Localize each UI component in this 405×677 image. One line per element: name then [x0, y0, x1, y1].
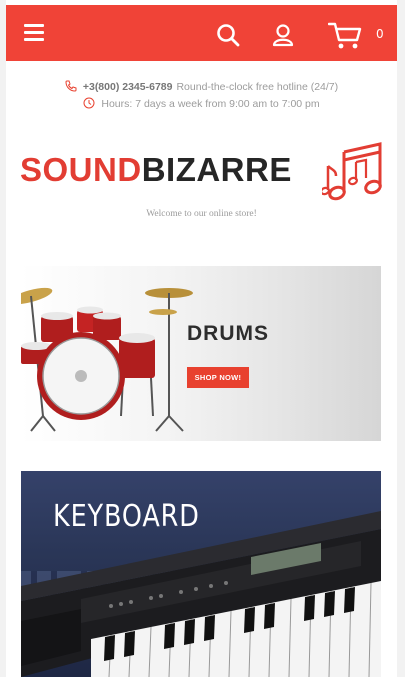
drums-title: DRUMS [187, 322, 269, 345]
phone-icon [65, 80, 77, 92]
keyboard-banner[interactable]: KEYBOARD [21, 471, 381, 677]
user-icon[interactable] [272, 23, 294, 47]
page: 0 +3(800) 2345-6789 Round-the-clock free … [6, 0, 397, 677]
search-icon[interactable] [216, 23, 240, 47]
hotline-line: +3(800) 2345-6789 Round-the-clock free ho… [6, 80, 397, 93]
site-logo[interactable]: SOUNDBIZARRE [20, 140, 382, 204]
music-notes-icon [322, 142, 382, 201]
top-bar: 0 [6, 5, 397, 61]
drums-banner[interactable]: DRUMS SHOP NOW! [21, 266, 381, 441]
hotline-note: Round-the-clock free hotline (24/7) [176, 81, 339, 93]
clock-icon [83, 97, 95, 109]
logo-text: SOUNDBIZARRE [20, 151, 292, 188]
drum-kit-image [21, 287, 193, 432]
cart-count: 0 [376, 27, 384, 41]
shop-now-button[interactable]: SHOP NOW! [187, 367, 249, 388]
hours-line: Hours: 7 days a week from 9:00 am to 7:0… [6, 97, 397, 110]
store-tagline: Welcome to our online store! [146, 209, 257, 219]
keyboard-title: KEYBOARD [53, 499, 200, 534]
phone-number[interactable]: +3(800) 2345-6789 [83, 81, 173, 93]
cart-icon[interactable] [328, 21, 362, 51]
hours-text: Hours: 7 days a week from 9:00 am to 7:0… [101, 98, 320, 110]
hamburger-icon[interactable] [24, 24, 44, 42]
